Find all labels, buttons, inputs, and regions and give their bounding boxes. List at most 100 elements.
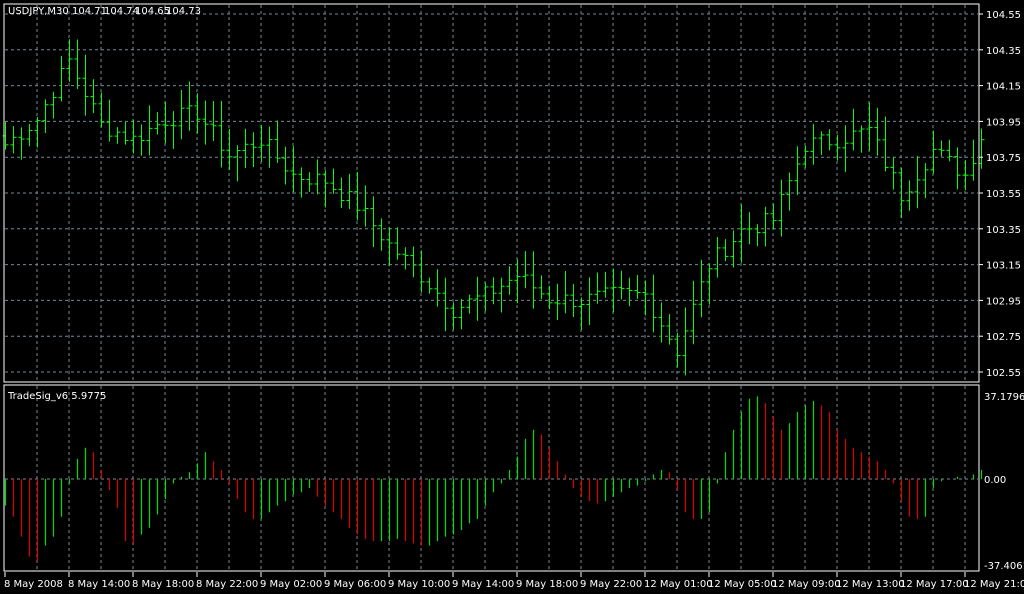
ohlc-bar: [170, 111, 177, 149]
price-label: 103.35: [986, 225, 1021, 236]
ohlc-bar: [402, 247, 409, 270]
ohlc-bar: [122, 122, 129, 145]
ohlc-low: 104.65: [135, 6, 170, 17]
ohlc-bar: [586, 277, 593, 326]
ohlc-bar: [442, 277, 449, 332]
time-label: 9 May 22:00: [580, 579, 642, 590]
indicator-pane-frame: [3, 384, 980, 572]
ohlc-bar: [50, 91, 57, 119]
ohlc-bar: [914, 155, 921, 209]
ohlc-bar: [266, 126, 273, 168]
indicator-label: TradeSig_v6 5.9775: [7, 391, 106, 402]
indicator-axis-zero: 0.00: [984, 475, 1006, 486]
price-label: 104.55: [986, 10, 1021, 21]
ohlc-bar: [578, 297, 585, 330]
time-label: 8 May 2008: [4, 579, 63, 590]
time-label: 12 May 05:00: [708, 579, 777, 590]
time-label: 12 May 09:00: [772, 579, 841, 590]
ohlc-bar: [538, 275, 545, 300]
ohlc-bar: [754, 224, 761, 247]
price-label: 102.55: [986, 368, 1021, 379]
ohlc-bar: [450, 302, 457, 330]
ohlc-bar: [522, 251, 529, 289]
ohlc-bar: [178, 90, 185, 140]
ohlc-bar: [618, 270, 625, 300]
ohlc-bar: [194, 93, 201, 134]
ohlc-bar: [146, 105, 153, 156]
ohlc-bar: [930, 130, 937, 174]
ohlc-bar: [626, 277, 633, 307]
ohlc-bar: [642, 280, 649, 316]
ohlc-bar: [394, 227, 401, 260]
ohlc-bar: [562, 270, 569, 314]
ohlc-bar: [690, 280, 697, 345]
chart-window[interactable]: USDJPY,M30 104.71 104.74 104.65 104.73 T…: [0, 0, 1024, 594]
ohlc-bar: [610, 268, 617, 313]
ohlc-bar: [874, 107, 881, 156]
ohlc-bar: [546, 285, 553, 310]
ohlc-bar: [138, 124, 145, 156]
price-label: 102.95: [986, 296, 1021, 307]
ohlc-bar: [306, 172, 313, 192]
time-label: 9 May 10:00: [388, 579, 450, 590]
ohlc-bar: [794, 146, 801, 195]
ohlc-bar: [418, 250, 425, 293]
ohlc-bar: [514, 259, 521, 303]
ohlc-bar: [698, 259, 705, 318]
ohlc-bar: [850, 108, 857, 151]
ohlc-bar: [498, 277, 505, 313]
ohlc-bar: [466, 294, 473, 314]
time-label: 9 May 14:00: [452, 579, 514, 590]
ohlc-bar: [434, 269, 441, 307]
ohlc-bar: [810, 124, 817, 165]
ohlc-bar: [186, 81, 193, 131]
price-axis[interactable]: 104.55 104.35 104.15 103.95 103.75 103.55 103.…: [979, 10, 1021, 379]
ohlc-bar: [882, 116, 889, 172]
ohlc-bar: [106, 99, 113, 142]
ohlc-bar: [26, 123, 33, 147]
ohlc-bar: [594, 272, 601, 304]
ohlc-bar: [250, 132, 257, 167]
ohlc-bar: [410, 246, 417, 278]
price-label: 103.95: [986, 117, 1021, 128]
ohlc-bar: [354, 172, 361, 221]
ohlc-bar: [258, 124, 265, 162]
ohlc-bar: [98, 92, 105, 128]
price-label: 104.15: [986, 82, 1021, 93]
indicator-axis-max: 37.1796: [984, 392, 1024, 403]
ohlc-bar: [818, 131, 825, 155]
ohlc-bar: [706, 263, 713, 305]
ohlc-bar: [954, 147, 961, 190]
time-label: 9 May 02:00: [260, 579, 322, 590]
price-label: 103.55: [986, 189, 1021, 200]
ohlc-bar: [2, 121, 9, 150]
ohlc-bar: [314, 159, 321, 195]
time-axis[interactable]: 8 May 2008 8 May 14:00 8 May 18:00 8 May 22…: [4, 572, 1024, 590]
ohlc-bar: [154, 112, 161, 135]
time-label: 12 May 01:00: [644, 579, 713, 590]
ohlc-bar: [58, 56, 65, 102]
ohlc-bar: [482, 282, 489, 312]
ohlc-bar: [858, 125, 865, 153]
ohlc-bar: [234, 145, 241, 182]
ohlc-bar: [10, 126, 17, 154]
ohlc-bar: [66, 39, 73, 82]
ohlc-bar: [378, 218, 385, 251]
ohlc-bar: [362, 185, 369, 227]
price-label: 103.75: [986, 153, 1021, 164]
ohlc-bar: [114, 127, 121, 144]
ohlc-bar: [826, 129, 833, 151]
ohlc-bar: [890, 157, 897, 190]
time-label: 9 May 06:00: [324, 579, 386, 590]
grid: [5, 5, 978, 570]
ohlc-open: 104.71: [72, 6, 107, 17]
ohlc-bar: [474, 276, 481, 321]
ohlc-close: 104.73: [166, 6, 201, 17]
ohlc-bar: [226, 128, 233, 170]
price-label: 104.35: [986, 46, 1021, 57]
ohlc-bar: [962, 160, 969, 191]
ohlc-bar: [506, 266, 513, 295]
ohlc-bar: [74, 39, 81, 90]
time-label: 8 May 22:00: [196, 579, 258, 590]
ohlc-bar: [322, 170, 329, 208]
